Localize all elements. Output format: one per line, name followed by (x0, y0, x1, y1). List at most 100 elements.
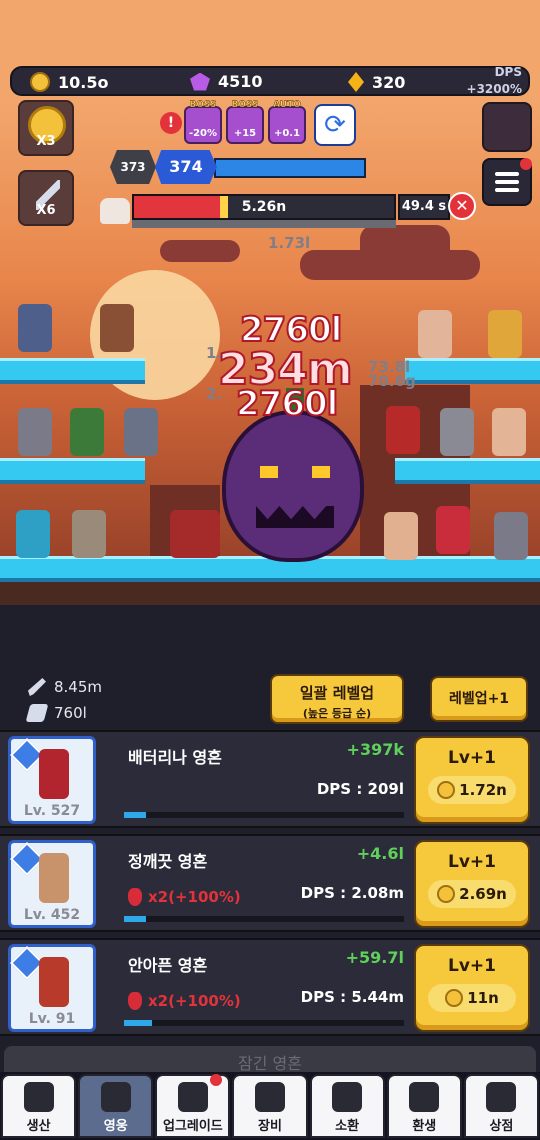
levelup-plus-one-button[interactable]: 레벨업+1 (430, 676, 528, 722)
hero-sprite (384, 512, 418, 560)
bottom-nav: 생산 영웅 업그레이드 장비 소환 환생 상점 (0, 1072, 540, 1140)
hero-sprite (18, 304, 52, 352)
hero-portrait[interactable]: Lv. 91 (8, 944, 96, 1032)
platform (0, 358, 145, 384)
anvil-icon (23, 1082, 54, 1112)
hero-sprite (100, 304, 134, 352)
platform (405, 358, 540, 384)
attack-stat: 8.45m (28, 678, 102, 696)
hero-dps: DPS : 2.08m (300, 884, 404, 902)
gold-counter: 10.5o (30, 72, 108, 92)
tap-icon (25, 704, 49, 722)
boss-skull-icon (100, 198, 130, 224)
cloud (160, 240, 240, 262)
sword-icon (28, 678, 46, 696)
boss-hp-boost[interactable]: BOSS -20% (184, 100, 222, 144)
notification-dot (210, 1074, 223, 1086)
shop-chest-icon[interactable] (482, 102, 532, 152)
damage-number: 2760l (235, 383, 339, 425)
previous-stage[interactable]: 373 (110, 150, 156, 184)
hero-sprite (70, 408, 104, 456)
gold-coin-icon (30, 72, 50, 92)
hero-sprite (386, 406, 420, 454)
hero-dps: DPS : 5.44m (300, 988, 404, 1006)
tab-heroes[interactable]: 영웅 (78, 1074, 154, 1138)
platform (0, 556, 540, 582)
amber-counter: 320 (348, 72, 405, 92)
boss-hp-text: 5.26n (241, 199, 287, 215)
hero-portrait[interactable]: Lv. 527 (8, 736, 96, 824)
bulk-levelup-button[interactable]: 일괄 레벨업 (높은 등급 순) (270, 674, 404, 724)
hero-dps-gain: +4.6l (356, 844, 404, 863)
boss-sub-bar (132, 220, 396, 228)
menu-button[interactable] (482, 158, 532, 206)
boss-timer: 49.4 s (398, 194, 450, 220)
tab-upgrade[interactable]: 업그레이드 (155, 1074, 231, 1138)
amber-amount: 320 (372, 72, 406, 92)
hero-icon (100, 1082, 131, 1112)
attack-multiplier-label: X6 (36, 203, 56, 218)
quit-boss-icon[interactable]: ✕ (448, 192, 476, 220)
notification-dot (520, 158, 532, 170)
gem-counter: 4510 (190, 72, 263, 91)
refresh-icon[interactable]: ⟳ (314, 104, 356, 146)
hero-dps-gain: +59.7l (345, 948, 404, 967)
tab-equipment[interactable]: 장비 (232, 1074, 308, 1138)
auto-attack-boost[interactable]: AUTO +0.1 (268, 100, 306, 144)
tab-rebirth[interactable]: 환생 (386, 1074, 462, 1138)
stage-progress-bar (214, 158, 366, 178)
battle-scene[interactable]: X3 X6 ! BOSS -20% BOSS +15 AUTO +0.1 ⟳ 3… (0, 100, 540, 605)
gold-coin-icon (437, 781, 456, 799)
potion-icon (128, 992, 142, 1010)
hero-sprite (492, 408, 526, 456)
boss-hp-bar: 5.26n (132, 194, 396, 220)
hero-card: Lv. 452 정깨끗 영혼 +4.6l x2(+100%) DPS : 2.0… (0, 834, 540, 932)
boss-time-boost[interactable]: BOSS +15 (226, 100, 264, 144)
hero-card: Lv. 91 안아픈 영혼 +59.7l x2(+100%) DPS : 5.4… (0, 938, 540, 1036)
hero-sprite (494, 512, 528, 560)
hero-sprite (72, 510, 106, 558)
hero-buff: x2(+100%) (128, 888, 241, 906)
damage-number: 1.73l (268, 234, 311, 252)
pumpkin-boss[interactable] (222, 410, 364, 562)
hero-figure (39, 853, 69, 903)
hero-levelup-button[interactable]: Lv+1 1.72n (414, 736, 530, 824)
potion-icon (128, 888, 142, 906)
gold-coin-icon (445, 989, 464, 1007)
hero-sprite (16, 510, 50, 558)
damage-number: 70.6g (368, 372, 416, 390)
platform (395, 458, 540, 484)
hero-sprite (170, 510, 220, 558)
hero-levelup-button[interactable]: Lv+1 11n (414, 944, 530, 1032)
boss-mouth (256, 506, 334, 528)
current-stage: 374 (155, 150, 217, 184)
gold-amount: 10.5o (58, 72, 109, 92)
hero-figure (39, 749, 69, 799)
boss-eye (260, 466, 278, 478)
hero-level-progress (124, 1020, 404, 1026)
hero-levelup-button[interactable]: Lv+1 2.69n (414, 840, 530, 928)
top-bar: 10.5o 4510 320 DPS +3200% (0, 0, 540, 100)
hero-sprite (488, 310, 522, 358)
click-stat: 760l (25, 704, 87, 722)
cards-icon (332, 1082, 363, 1112)
briefcase-icon (254, 1082, 285, 1112)
amber-icon (348, 72, 364, 92)
tab-production[interactable]: 생산 (1, 1074, 77, 1138)
platform (0, 458, 145, 484)
hero-card: Lv. 527 배터리나 영혼 +397k DPS : 209l Lv+1 1.… (0, 730, 540, 828)
hero-name: 정깨끗 영혼 (128, 852, 208, 871)
hero-sprite (436, 506, 470, 554)
hero-name: 안아픈 영혼 (128, 956, 208, 975)
tab-summon[interactable]: 소환 (309, 1074, 385, 1138)
hero-portrait[interactable]: Lv. 452 (8, 840, 96, 928)
upgrade-icon (177, 1082, 208, 1112)
alert-icon[interactable]: ! (160, 112, 182, 134)
hero-sprite (418, 310, 452, 358)
dps-bonus: DPS +3200% (466, 65, 522, 96)
tab-shop[interactable]: 상점 (463, 1074, 539, 1138)
gem-icon (190, 72, 210, 91)
cart-icon (486, 1082, 517, 1112)
cloud (360, 225, 450, 265)
hero-figure (39, 957, 69, 1007)
